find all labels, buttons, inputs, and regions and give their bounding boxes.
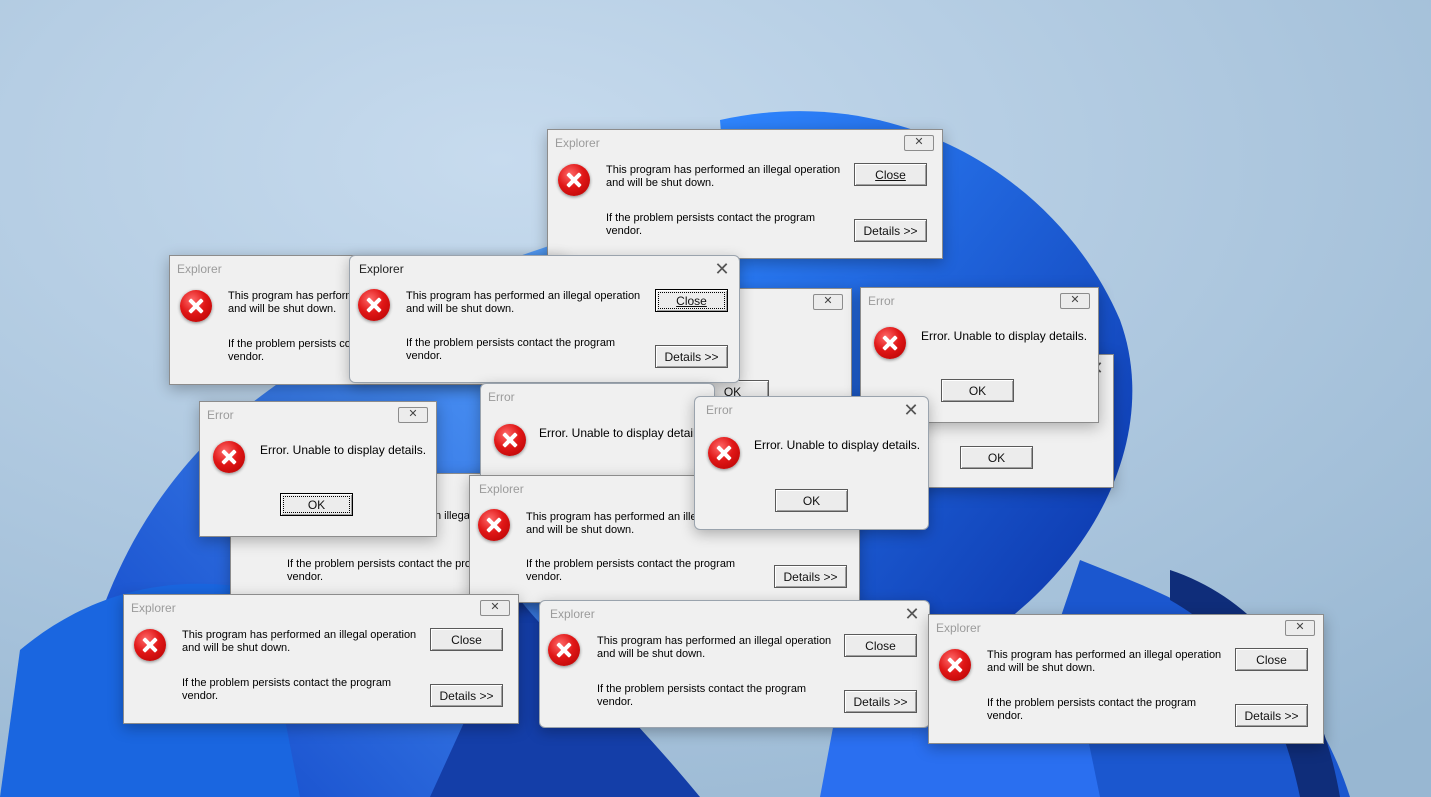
error-message: Error. Unable to display details. [260, 443, 427, 457]
error-hint: If the problem persists contact the prog… [597, 683, 807, 708]
error-message: Error. Unable to display details. [754, 438, 921, 452]
dialog-title: Explorer [131, 601, 176, 615]
close-button[interactable]: Close [655, 289, 728, 312]
error-x-icon [134, 629, 166, 661]
close-icon[interactable]: ✕ [1285, 620, 1315, 636]
explorer-error-dialog[interactable]: Explorer ✕ This program has performed an… [928, 614, 1324, 744]
dialog-title: Explorer [550, 607, 595, 621]
error-message: This program has performed an illegal op… [597, 635, 832, 660]
close-icon[interactable]: ✕ [1060, 293, 1090, 309]
error-x-icon [708, 437, 740, 469]
close-icon[interactable]: ✕ [904, 135, 934, 151]
error-x-icon [874, 327, 906, 359]
error-x-icon [180, 290, 212, 322]
error-x-icon [494, 424, 526, 456]
error-dialog[interactable]: Error ✕ Error. Unable to display details… [199, 401, 437, 537]
error-x-icon [939, 649, 971, 681]
error-hint: If the problem persists contact the prog… [987, 697, 1197, 722]
error-dialog[interactable]: Error ✕ Error. Unable to display details… [694, 396, 929, 530]
error-x-icon [558, 164, 590, 196]
ok-button[interactable]: OK [775, 489, 848, 512]
error-x-icon [213, 441, 245, 473]
dialog-title: Error [706, 403, 733, 417]
explorer-error-dialog[interactable]: Explorer ✕ This program has performed an… [547, 129, 943, 259]
close-icon[interactable]: ✕ [398, 407, 428, 423]
close-button[interactable]: Close [1235, 648, 1308, 671]
close-button[interactable]: Close [430, 628, 503, 651]
ok-button[interactable]: OK [941, 379, 1014, 402]
details-button[interactable]: Details >> [655, 345, 728, 368]
error-message: This program has performed an illegal op… [182, 629, 417, 654]
explorer-error-dialog[interactable]: Explorer ✕ This program has performed an… [123, 594, 519, 724]
error-x-icon [548, 634, 580, 666]
dialog-title: Explorer [936, 621, 981, 635]
error-hint: If the problem persists contact the prog… [287, 558, 496, 583]
error-hint: If the problem persists contact the prog… [182, 677, 392, 702]
error-hint: If the problem persists contact the prog… [406, 337, 616, 362]
close-button[interactable]: Close [844, 634, 917, 657]
details-button[interactable]: Details >> [844, 690, 917, 713]
details-button[interactable]: Details >> [774, 565, 847, 588]
error-message: This program has performed an illegal op… [987, 649, 1222, 674]
close-icon[interactable]: ✕ [813, 294, 843, 310]
details-button[interactable]: Details >> [1235, 704, 1308, 727]
details-button[interactable]: Details >> [854, 219, 927, 242]
explorer-error-dialog[interactable]: Explorer ✕ This program has performed an… [349, 255, 740, 383]
close-icon[interactable]: ✕ [480, 600, 510, 616]
close-icon[interactable]: ✕ [901, 400, 921, 420]
ok-button[interactable]: OK [960, 446, 1033, 469]
dialog-title: Error [488, 390, 515, 404]
close-icon[interactable]: ✕ [712, 259, 732, 279]
ok-button[interactable]: OK [280, 493, 353, 516]
error-message: This program has performed an illegal op… [606, 164, 841, 189]
close-icon[interactable]: ✕ [902, 604, 922, 624]
error-x-icon [478, 509, 510, 541]
error-x-icon [358, 289, 390, 321]
dialog-title: Explorer [555, 136, 600, 150]
error-message: Error. Unable to display details. [921, 329, 1088, 343]
close-button[interactable]: Close [854, 163, 927, 186]
explorer-error-dialog[interactable]: Explorer ✕ This program has performed an… [539, 600, 930, 728]
error-hint: If the problem persists contact the prog… [526, 558, 736, 583]
dialog-title: Explorer [359, 262, 404, 276]
error-message: This program has performed an illegal op… [406, 290, 641, 315]
error-message: Error. Unable to display details. [539, 426, 706, 440]
details-button[interactable]: Details >> [430, 684, 503, 707]
error-hint: If the problem persists contact the prog… [606, 212, 816, 237]
